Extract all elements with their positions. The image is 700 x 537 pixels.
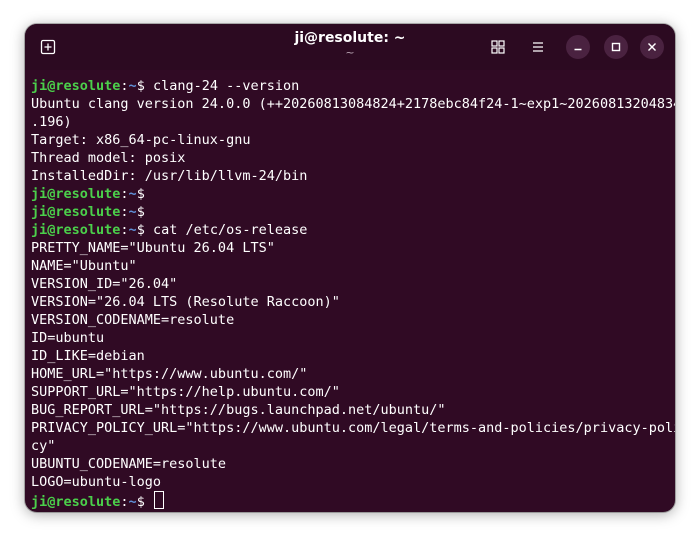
prompt-separator: : — [120, 78, 129, 94]
prompt-sigil: $ — [136, 222, 153, 238]
close-button[interactable] — [640, 35, 664, 59]
prompt-sigil: $ — [136, 78, 153, 94]
view-button[interactable] — [485, 35, 511, 59]
output-line: HOME_URL="https://www.ubuntu.com/" — [31, 366, 308, 382]
minimize-button[interactable] — [566, 35, 590, 59]
prompt-path: ~ — [128, 222, 137, 238]
prompt-user: ji@resolute — [31, 494, 121, 510]
prompt-user: ji@resolute — [31, 222, 121, 238]
prompt-sigil: $ — [136, 494, 153, 510]
prompt-separator: : — [120, 204, 129, 220]
output-line: ID=ubuntu — [31, 330, 105, 346]
prompt-line: ji@resolute:~$ — [31, 185, 671, 203]
output-line: cy" — [31, 438, 56, 454]
title-bar[interactable]: ji@resolute: ~ ~ — [25, 24, 675, 70]
output-line: BUG_REPORT_URL="https://bugs.launchpad.n… — [31, 402, 446, 418]
prompt-path: ~ — [128, 78, 137, 94]
prompt-user: ji@resolute — [31, 204, 121, 220]
terminal-output[interactable]: ji@resolute:~$ clang-24 --version Ubuntu … — [31, 77, 675, 510]
output-line: PRETTY_NAME="Ubuntu 26.04 LTS" — [31, 240, 275, 256]
prompt-user: ji@resolute — [31, 186, 121, 202]
menu-button[interactable] — [525, 35, 551, 59]
prompt-separator: : — [120, 494, 129, 510]
prompt-path: ~ — [128, 204, 137, 220]
prompt-user: ji@resolute — [31, 78, 121, 94]
terminal-window: ji@resolute: ~ ~ ji@resolute:~$ clang-24… — [25, 24, 675, 512]
prompt-separator: : — [120, 186, 129, 202]
output-line: VERSION_CODENAME=resolute — [31, 312, 235, 328]
command-text: cat /etc/os-release — [152, 222, 308, 238]
minimize-icon — [574, 48, 582, 51]
prompt-line: ji@resolute:~$ cat /etc/os-release — [31, 221, 671, 239]
hamburger-menu-icon — [533, 42, 543, 52]
output-line: VERSION_ID="26.04" — [31, 276, 178, 292]
prompt-line: ji@resolute:~$ clang-24 --version — [31, 77, 671, 95]
prompt-sigil: $ — [136, 186, 153, 202]
prompt-path: ~ — [128, 186, 137, 202]
output-line: InstalledDir: /usr/lib/llvm-24/bin — [31, 168, 308, 184]
command-text: clang-24 --version — [152, 78, 300, 94]
output-line: VERSION="26.04 LTS (Resolute Raccoon)" — [31, 294, 340, 310]
prompt-line: ji@resolute:~$ — [31, 203, 671, 221]
output-line: .196) — [31, 114, 72, 130]
prompt-line: ji@resolute:~$ — [31, 491, 671, 510]
prompt-path: ~ — [128, 494, 137, 510]
output-line: LOGO=ubuntu-logo — [31, 474, 162, 490]
output-line: Thread model: posix — [31, 150, 186, 166]
prompt-sigil: $ — [136, 204, 153, 220]
prompt-separator: : — [120, 222, 129, 238]
output-line: SUPPORT_URL="https://help.ubuntu.com/" — [31, 384, 340, 400]
maximize-button[interactable] — [604, 35, 628, 59]
maximize-icon — [611, 42, 621, 52]
output-line: NAME="Ubuntu" — [31, 258, 137, 274]
output-line: Ubuntu clang version 24.0.0 (++202608130… — [31, 96, 675, 112]
output-line: PRIVACY_POLICY_URL="https://www.ubuntu.c… — [31, 420, 675, 436]
output-line: Target: x86_64-pc-linux-gnu — [31, 132, 251, 148]
output-line: ID_LIKE=debian — [31, 348, 145, 364]
close-icon — [648, 43, 656, 51]
text-cursor — [153, 491, 164, 509]
grid-view-icon — [491, 40, 505, 54]
output-line: UBUNTU_CODENAME=resolute — [31, 456, 227, 472]
